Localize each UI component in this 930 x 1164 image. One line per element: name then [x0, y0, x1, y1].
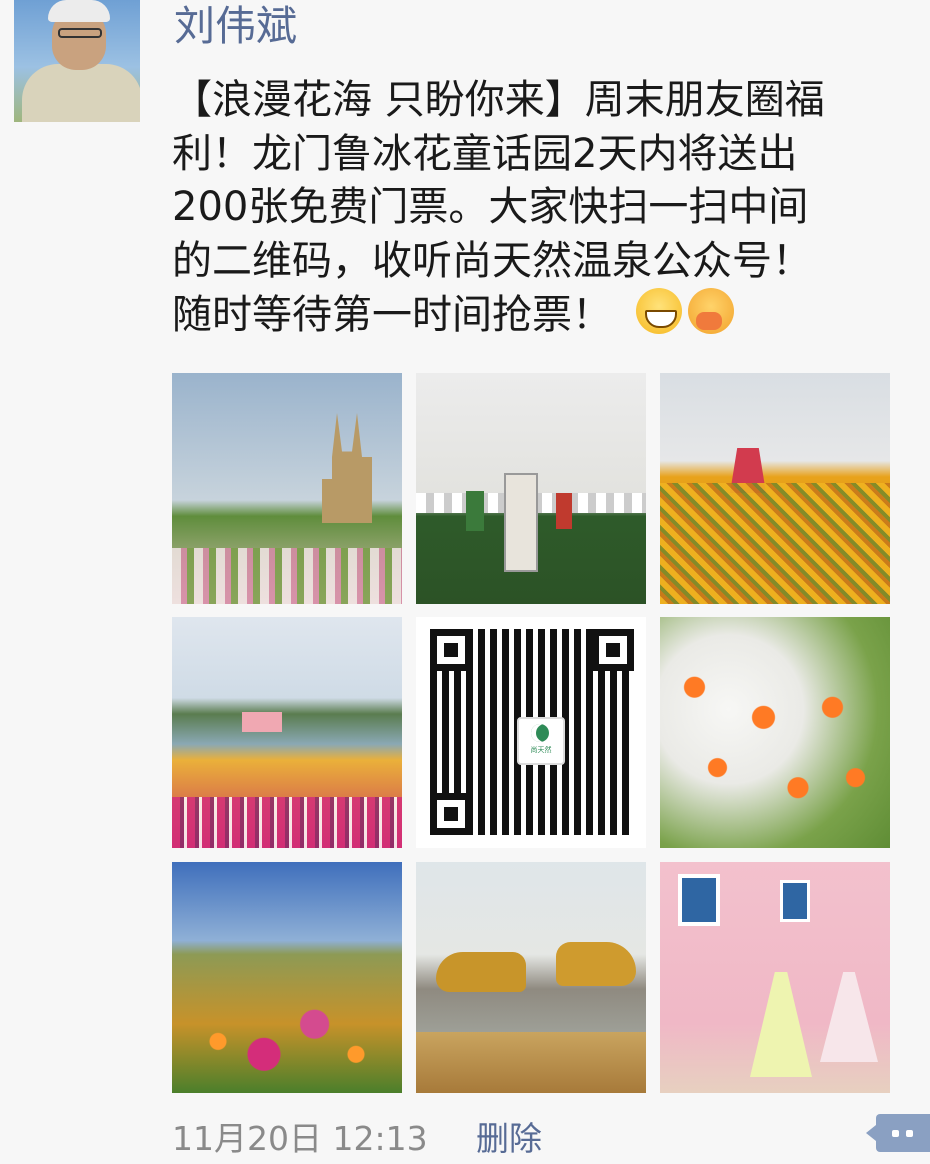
photo-golden-dragons-pond[interactable] [416, 862, 646, 1093]
qr-center-logo: 尚天然 [517, 717, 565, 765]
post-content: 【浪漫花海 只盼你来】周末朋友圈福 利！龙门鲁冰花童话园2天内将送出 200张免… [172, 74, 930, 343]
content-line: 200张免费门票。大家快扫一扫中间 [172, 184, 809, 230]
qr-logo-text: 尚天然 [530, 746, 552, 754]
comment-dot [892, 1130, 899, 1137]
comment-bubble-icon[interactable] [866, 1114, 930, 1152]
content-line: 利！龙门鲁冰花童话园2天内将送出 [172, 130, 798, 177]
photo-hillside-cosmos[interactable] [172, 862, 402, 1093]
photo-pink-house-brides[interactable] [660, 862, 890, 1093]
photo-lake-flowerbeds[interactable] [172, 617, 402, 848]
author-name[interactable]: 刘伟斌 [174, 0, 297, 52]
avatar[interactable] [14, 0, 140, 122]
comment-dot [906, 1130, 913, 1137]
content-line-text: 随时等待第一时间抢票！ [172, 292, 612, 338]
face-with-hand-over-mouth-emoji [688, 288, 734, 334]
qr-finder-bottom-left [430, 793, 472, 835]
qr-code-image[interactable]: 尚天然 [416, 617, 646, 848]
photo-fairytale-statues[interactable] [416, 373, 646, 604]
photo-castle-flowers[interactable] [172, 373, 402, 604]
post-timestamp: 11月20日 12:13 [172, 1119, 428, 1158]
qr-finder-top-right [592, 629, 634, 671]
grinning-face-emoji [636, 288, 682, 334]
qr-finder-top-left [430, 629, 472, 671]
content-line-last: 随时等待第一时间抢票！ [172, 288, 930, 343]
delete-link[interactable]: 删除 [476, 1112, 542, 1160]
photo-orange-cosmos[interactable] [660, 617, 890, 848]
photo-windmill-cosmos[interactable] [660, 373, 890, 604]
avatar-cap [48, 0, 110, 22]
avatar-glasses [58, 28, 102, 38]
content-line: 【浪漫花海 只盼你来】周末朋友圈福 [172, 77, 825, 123]
content-line: 的二维码，收听尚天然温泉公众号！ [172, 237, 812, 284]
avatar-shirt [22, 64, 140, 122]
